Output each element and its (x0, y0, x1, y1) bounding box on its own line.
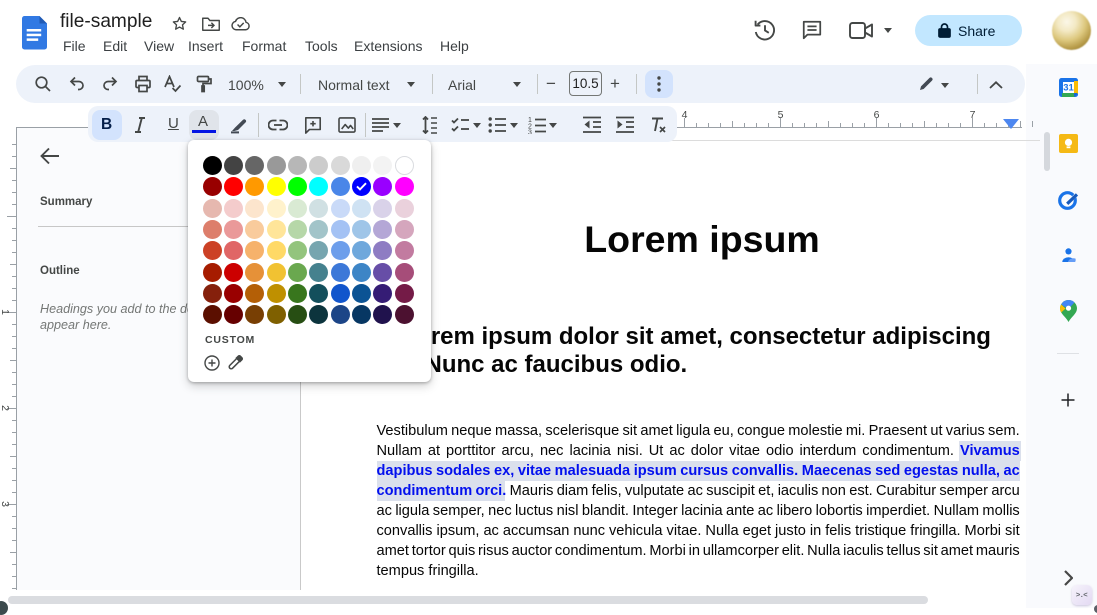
svg-text:3: 3 (528, 130, 532, 135)
svg-text:31: 31 (1063, 83, 1074, 94)
